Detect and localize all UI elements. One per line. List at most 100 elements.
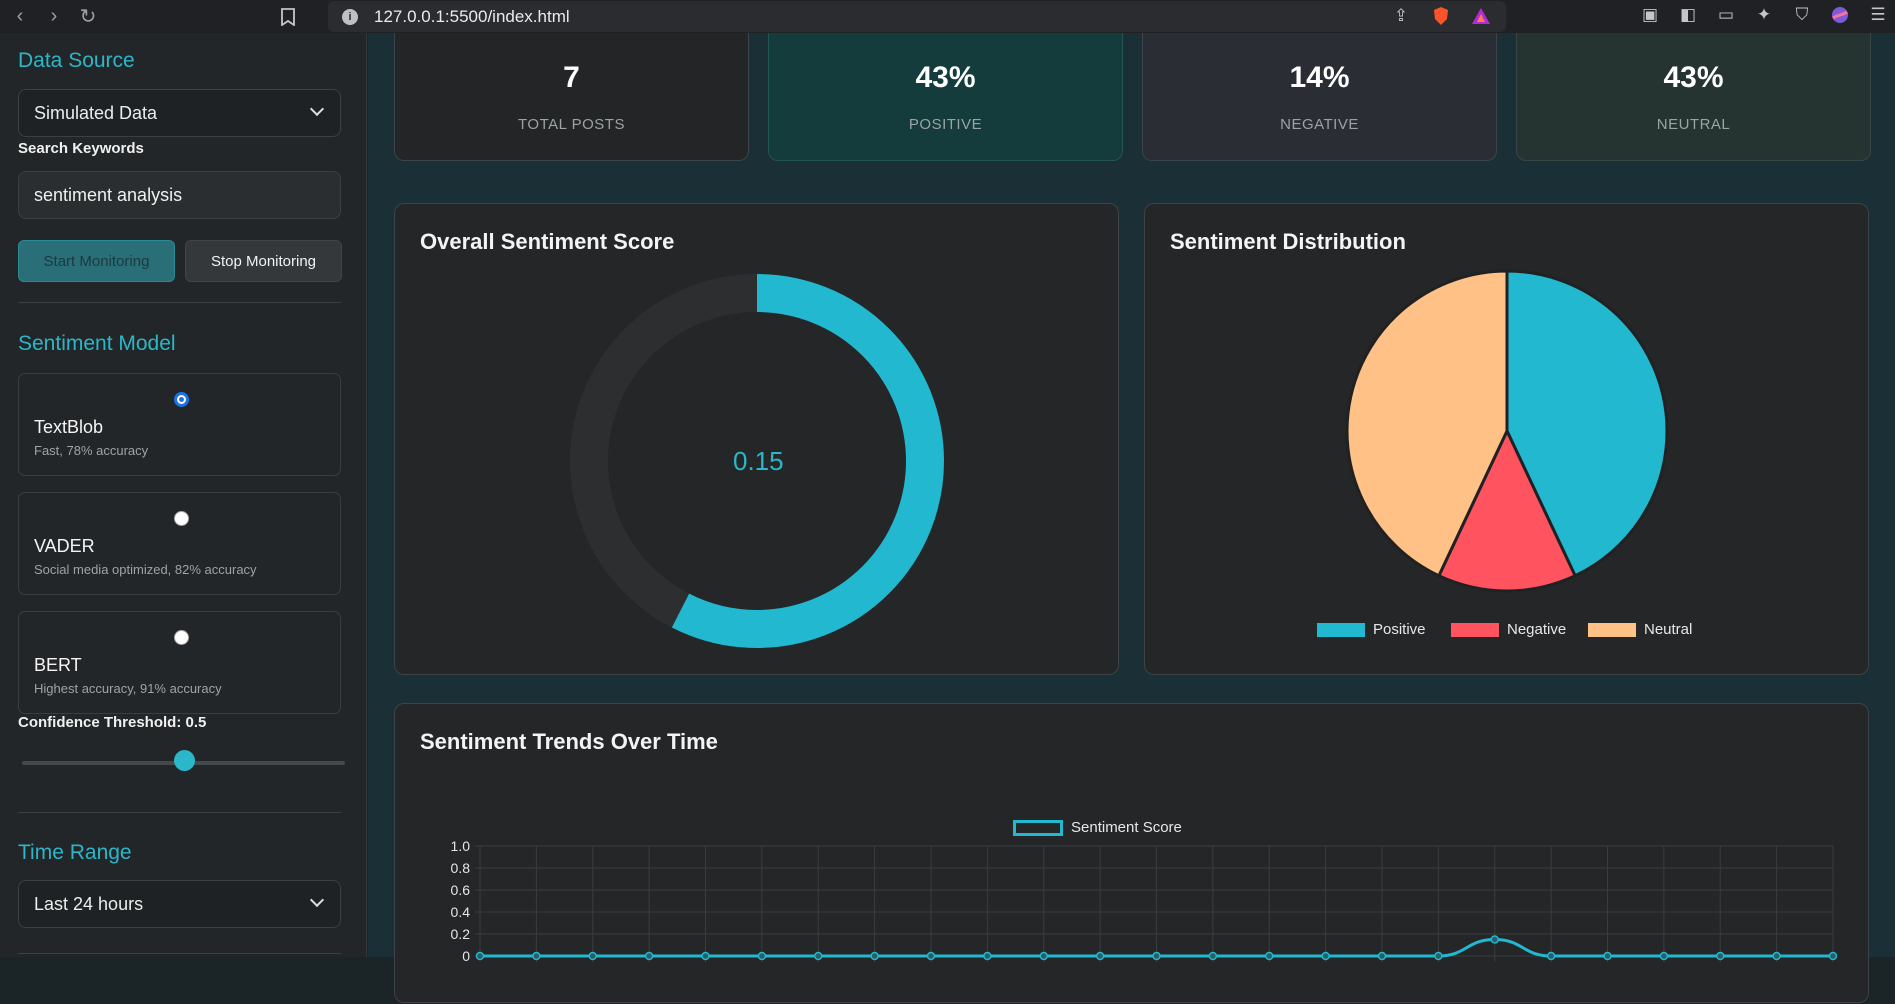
time-range-title: Time Range — [18, 841, 132, 864]
vader-radio[interactable] — [174, 511, 189, 526]
sidebar-icon[interactable]: ◧ — [1677, 4, 1699, 26]
stat-card-negative: 14% NEGATIVE — [1142, 33, 1497, 161]
sentiment-model-title: Sentiment Model — [18, 332, 176, 355]
stat-value: 43% — [915, 61, 976, 94]
model-option-textblob[interactable]: TextBlob Fast, 78% accuracy — [18, 373, 341, 476]
bookmark-icon[interactable] — [274, 3, 302, 31]
stat-card-total-posts: 7 TOTAL POSTS — [394, 33, 749, 161]
data-point[interactable] — [1603, 951, 1612, 961]
data-point[interactable] — [701, 951, 710, 961]
model-name: BERT — [34, 655, 82, 675]
sidebar: Data Source Simulated Data Search Keywor… — [0, 33, 367, 957]
y-tick-label: 1.0 — [451, 838, 471, 854]
legend-negative[interactable]: Negative — [1451, 621, 1566, 638]
url-text: 127.0.0.1:5500/index.html — [374, 6, 570, 26]
data-point[interactable] — [870, 951, 879, 961]
wallet-icon[interactable]: ▭ — [1715, 4, 1737, 26]
data-point[interactable] — [1039, 951, 1048, 961]
confidence-slider-thumb[interactable] — [173, 750, 195, 771]
y-tick-label: 0.8 — [451, 860, 471, 876]
bert-radio[interactable] — [174, 630, 189, 645]
gauge-value: 0.15 — [733, 446, 784, 476]
data-point[interactable] — [1490, 935, 1499, 944]
data-point[interactable] — [588, 951, 597, 961]
stat-label: NEUTRAL — [1656, 116, 1731, 133]
browser-toolbar: ‹ › ↻ i 127.0.0.1:5500/index.html ⇪ ▣ ◧ … — [0, 0, 1895, 33]
y-tick-label: 0.4 — [451, 904, 471, 920]
time-range-select[interactable]: Last 24 hours — [18, 880, 341, 928]
data-point[interactable] — [1321, 951, 1330, 961]
data-source-value: Simulated Data — [34, 102, 158, 123]
legend-label: Negative — [1507, 621, 1567, 638]
data-source-title: Data Source — [18, 49, 135, 72]
menu-icon[interactable]: ☰ — [1867, 4, 1889, 26]
leo-ai-icon[interactable]: ✦ — [1753, 4, 1775, 26]
model-name: TextBlob — [34, 417, 104, 437]
share-icon[interactable]: ⇪ — [1390, 5, 1412, 27]
brave-rewards-icon[interactable] — [1470, 5, 1492, 27]
legend-label: Neutral — [1644, 621, 1693, 638]
data-point[interactable] — [1377, 951, 1387, 961]
data-point[interactable] — [475, 951, 485, 961]
y-tick-label: 0 — [462, 948, 470, 964]
distribution-panel: Sentiment Distribution Positive Negative… — [1144, 203, 1869, 675]
brave-shield-icon[interactable] — [1430, 5, 1452, 27]
divider — [18, 812, 341, 813]
data-point[interactable] — [1208, 951, 1218, 961]
stat-label: NEGATIVE — [1280, 116, 1359, 133]
model-option-vader[interactable]: VADER Social media optimized, 82% accura… — [18, 492, 341, 595]
data-source-select[interactable]: Simulated Data — [18, 89, 341, 137]
legend-swatch — [1451, 622, 1499, 637]
y-tick-label: 0.2 — [451, 926, 471, 942]
data-point[interactable] — [1265, 951, 1274, 961]
data-point[interactable] — [644, 951, 654, 961]
back-icon[interactable]: ‹ — [6, 3, 34, 31]
data-point[interactable] — [1152, 951, 1161, 961]
stat-label: POSITIVE — [908, 116, 983, 133]
forward-icon[interactable]: › — [40, 3, 68, 31]
stat-card-positive: 43% POSITIVE — [768, 33, 1123, 161]
trends-line-chart: 1.0 0.8 0.6 0.4 0.2 0 — [451, 838, 1838, 964]
stat-label: TOTAL POSTS — [518, 116, 625, 133]
data-point[interactable] — [1546, 951, 1556, 961]
chevron-down-icon — [309, 101, 325, 117]
model-desc: Social media optimized, 82% accuracy — [34, 562, 257, 577]
data-point[interactable] — [926, 951, 936, 961]
start-monitoring-button[interactable]: Start Monitoring — [18, 240, 175, 282]
keywords-label: Search Keywords — [18, 140, 144, 157]
legend-swatch — [1317, 622, 1365, 637]
profile-icon[interactable] — [1829, 4, 1851, 26]
model-desc: Highest accuracy, 91% accuracy — [34, 681, 222, 696]
confidence-label: Confidence Threshold: 0.5 — [18, 714, 207, 731]
sentiment-gauge — [570, 274, 944, 648]
data-point[interactable] — [814, 951, 823, 961]
data-point[interactable] — [1828, 951, 1838, 961]
main-content: 7 TOTAL POSTS 43% POSITIVE 14% NEGATIVE … — [368, 33, 1895, 1003]
y-tick-label: 0.6 — [451, 882, 471, 898]
data-point[interactable] — [1659, 951, 1669, 961]
model-name: VADER — [34, 536, 95, 556]
model-option-bert[interactable]: BERT Highest accuracy, 91% accuracy — [18, 611, 341, 714]
stop-monitoring-button[interactable]: Stop Monitoring — [185, 240, 342, 282]
address-bar[interactable]: i 127.0.0.1:5500/index.html ⇪ — [328, 1, 1506, 32]
vpn-icon[interactable]: ⛉ — [1791, 4, 1813, 26]
data-point[interactable] — [532, 951, 541, 961]
trends-panel: Sentiment Trends Over Time Sentiment Sco… — [394, 703, 1869, 1003]
stat-value: 43% — [1663, 61, 1724, 94]
legend-neutral[interactable]: Neutral — [1588, 621, 1692, 638]
reader-mode-icon[interactable]: ▣ — [1639, 4, 1661, 26]
keywords-input[interactable]: sentiment analysis — [18, 171, 341, 219]
legend-label: Positive — [1373, 621, 1426, 638]
time-range-value: Last 24 hours — [34, 893, 144, 914]
data-point[interactable] — [757, 951, 767, 961]
data-point[interactable] — [1434, 951, 1443, 961]
legend-positive[interactable]: Positive — [1317, 621, 1426, 638]
data-point[interactable] — [1095, 951, 1105, 961]
textblob-radio[interactable] — [174, 392, 189, 407]
data-point[interactable] — [1716, 951, 1725, 961]
reload-icon[interactable]: ↻ — [74, 3, 102, 31]
site-info-icon[interactable]: i — [342, 8, 358, 25]
data-point[interactable] — [983, 951, 992, 961]
chevron-down-icon — [309, 892, 325, 908]
data-point[interactable] — [1772, 951, 1781, 961]
